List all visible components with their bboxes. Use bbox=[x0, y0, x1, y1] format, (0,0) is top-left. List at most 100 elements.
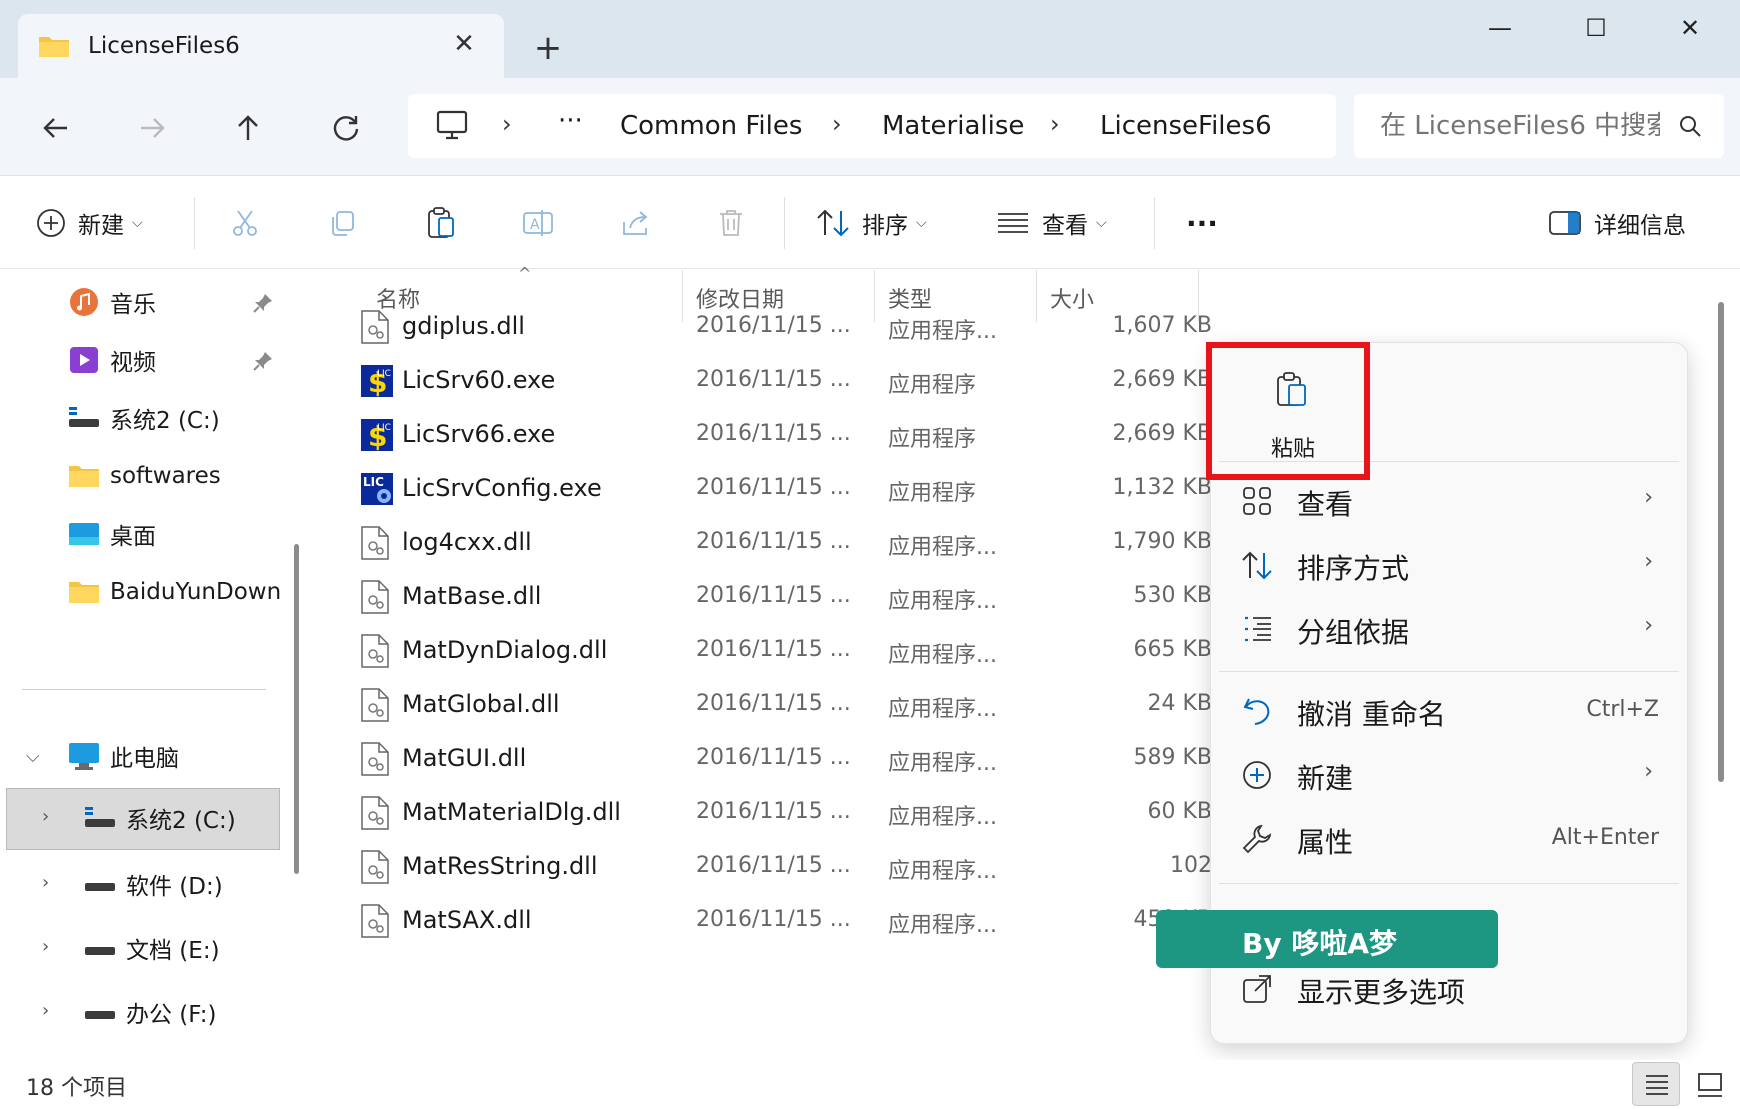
cut-button[interactable] bbox=[230, 177, 260, 269]
sidebar-item-drive-c-tree[interactable]: 系统2 (C:) bbox=[84, 790, 236, 846]
table-row[interactable]: log4cxx.dll 2016/11/15 ... 应用程序... 1,790 KB bbox=[318, 512, 1218, 572]
clipboard-icon bbox=[428, 207, 454, 238]
tiles-view-button[interactable] bbox=[1686, 1062, 1734, 1106]
table-row[interactable]: gdiplus.dll 2016/11/15 ... 应用程序... 1,607 KB bbox=[318, 296, 1218, 356]
drive-icon bbox=[84, 934, 116, 962]
chevron-down-icon[interactable]: ⌵ bbox=[26, 746, 40, 767]
search-box[interactable] bbox=[1354, 94, 1724, 158]
dll-file-icon bbox=[360, 634, 390, 668]
forward-button[interactable] bbox=[128, 104, 176, 152]
table-row[interactable]: MatSAX.dll2016/11/15 ...应用程序...450 KB bbox=[318, 890, 1218, 950]
breadcrumb-more[interactable]: ··· bbox=[558, 106, 583, 136]
menu-item-undo-rename[interactable]: 撤消 重命名 Ctrl+Z bbox=[1211, 679, 1689, 741]
minimize-button[interactable]: — bbox=[1470, 8, 1530, 48]
refresh-button[interactable] bbox=[322, 104, 370, 152]
wrench-icon bbox=[1242, 824, 1272, 854]
table-row[interactable]: MatResString.dll 2016/11/15 ... 应用程序... 102 bbox=[318, 836, 1218, 896]
file-size: 2,669 KB bbox=[1112, 421, 1213, 446]
sidebar-item-softwares[interactable]: softwares bbox=[68, 448, 221, 504]
maximize-button[interactable]: ☐ bbox=[1566, 8, 1626, 48]
table-row[interactable]: $ LIC LicSrv60.exe 2016/11/15 ... 应用程序 2,669 … bbox=[318, 350, 1218, 410]
file-size: 530 KB bbox=[1133, 583, 1212, 608]
file-list-scrollbar[interactable] bbox=[1718, 302, 1724, 782]
scissors-icon bbox=[233, 210, 257, 236]
menu-item-properties[interactable]: 属性 Alt+Enter bbox=[1211, 807, 1689, 869]
file-name: MatBase.dll bbox=[402, 582, 542, 610]
table-row[interactable]: $ LIC LicSrv66.exe 2016/11/15 ... 应用程序 2,669 … bbox=[318, 404, 1218, 464]
menu-item-new[interactable]: 新建 › bbox=[1211, 743, 1689, 805]
close-tab-button[interactable]: ✕ bbox=[448, 28, 480, 60]
file-modified-date: 2016/11/15 ... bbox=[696, 691, 851, 716]
delete-button[interactable] bbox=[716, 177, 746, 269]
breadcrumb-materialise[interactable]: Materialise bbox=[882, 111, 1024, 141]
sidebar-scrollbar[interactable] bbox=[294, 544, 299, 874]
chevron-right-icon[interactable]: › bbox=[42, 872, 49, 893]
sort-button[interactable]: 排序 ⌵ bbox=[816, 177, 927, 269]
table-row[interactable]: MatMaterialDlg.dll 2016/11/15 ... 应用程序... 6… bbox=[318, 782, 1218, 842]
sidebar-item-drive-f[interactable]: 办公 (F:) bbox=[84, 984, 216, 1040]
drive-icon bbox=[84, 804, 116, 832]
view-button[interactable]: 查看 ⌵ bbox=[996, 177, 1107, 269]
table-row[interactable]: LIC LicSrvConfig.exe 2016/11/15 ... 应用程序 1,1… bbox=[318, 458, 1218, 518]
trash-icon bbox=[720, 210, 742, 236]
sort-ascending-icon: ^ bbox=[518, 264, 532, 283]
pin-icon[interactable] bbox=[252, 350, 274, 372]
details-view-button[interactable] bbox=[1632, 1062, 1680, 1106]
menu-item-view[interactable]: 查看 › bbox=[1211, 469, 1689, 531]
sidebar-item-label: BaiduYunDownload bbox=[110, 579, 282, 605]
file-modified-date: 2016/11/15 ... bbox=[696, 475, 851, 500]
file-type: 应用程序... bbox=[888, 859, 997, 884]
dll-file-icon bbox=[360, 526, 390, 560]
sidebar-item-drive-c[interactable]: 系统2 (C:) bbox=[68, 390, 220, 446]
close-window-button[interactable]: ✕ bbox=[1660, 8, 1720, 48]
address-bar[interactable]: › ··· Common Files › Materialise › Licen… bbox=[408, 94, 1336, 158]
paste-button[interactable]: 粘贴 bbox=[1233, 361, 1353, 462]
new-button[interactable]: 新建 ⌵ bbox=[36, 177, 143, 269]
breadcrumb-common-files[interactable]: Common Files bbox=[620, 111, 802, 141]
table-row[interactable]: MatBase.dll 2016/11/15 ... 应用程序... 530 KB bbox=[318, 566, 1218, 626]
table-row[interactable]: MatDynDialog.dll 2016/11/15 ... 应用程序... 665… bbox=[318, 620, 1218, 680]
chevron-down-icon: ⌵ bbox=[916, 215, 927, 231]
rename-button[interactable]: A bbox=[522, 177, 554, 269]
grid-icon bbox=[1243, 487, 1271, 515]
share-icon bbox=[623, 211, 648, 235]
sidebar-item-label: 系统2 (C:) bbox=[110, 408, 220, 434]
details-pane-button[interactable]: 详细信息 bbox=[1548, 177, 1686, 269]
menu-item-group-by[interactable]: 分组依据 › bbox=[1211, 597, 1689, 659]
new-label: 新建 bbox=[78, 213, 124, 239]
sidebar-item-label: 视频 bbox=[110, 350, 156, 376]
menu-item-sort-by[interactable]: 排序方式 › bbox=[1211, 533, 1689, 595]
menu-divider bbox=[1219, 671, 1679, 672]
share-button[interactable] bbox=[620, 177, 652, 269]
file-size: 1,790 KB bbox=[1112, 529, 1213, 554]
new-tab-button[interactable]: + bbox=[528, 28, 568, 68]
table-row[interactable]: MatGlobal.dll 2016/11/15 ... 应用程序... 24 KB bbox=[318, 674, 1218, 734]
breadcrumb-licensefiles6[interactable]: LicenseFiles6 bbox=[1100, 111, 1272, 141]
sidebar-item-drive-d[interactable]: 软件 (D:) bbox=[84, 856, 223, 912]
tab-licensefiles6[interactable]: LicenseFiles6 ✕ bbox=[18, 14, 504, 78]
plus-circle-icon bbox=[37, 209, 65, 237]
arrow-left-icon bbox=[43, 118, 67, 138]
table-row[interactable]: MatGUI.dll 2016/11/15 ... 应用程序... 589 KB bbox=[318, 728, 1218, 788]
sidebar-item-desktop[interactable]: 桌面 bbox=[68, 506, 156, 562]
chevron-right-icon: › bbox=[1644, 759, 1653, 784]
back-button[interactable] bbox=[32, 104, 80, 152]
clipboard-icon bbox=[1277, 372, 1306, 406]
chevron-right-icon[interactable]: › bbox=[42, 806, 49, 827]
more-options-button[interactable]: ··· bbox=[1186, 177, 1218, 269]
up-button[interactable] bbox=[224, 104, 272, 152]
sidebar-item-this-pc[interactable]: 此电脑 bbox=[68, 728, 179, 784]
chevron-right-icon[interactable]: › bbox=[42, 936, 49, 957]
search-input[interactable] bbox=[1380, 108, 1660, 144]
paste-toolbar-button[interactable] bbox=[426, 177, 456, 269]
pin-icon[interactable] bbox=[252, 292, 274, 314]
sidebar-item-music[interactable]: 音乐 bbox=[68, 274, 156, 330]
sidebar-item-baiduyundownload[interactable]: BaiduYunDownload bbox=[68, 564, 282, 620]
menu-item-label: 撤消 重命名 bbox=[1297, 698, 1446, 731]
copy-button[interactable] bbox=[328, 177, 358, 269]
external-icon bbox=[1243, 975, 1271, 1003]
chevron-right-icon[interactable]: › bbox=[42, 1000, 49, 1021]
sidebar-item-video[interactable]: 视频 bbox=[68, 332, 156, 388]
menu-divider bbox=[1219, 461, 1679, 462]
sidebar-item-drive-e[interactable]: 文档 (E:) bbox=[84, 920, 220, 976]
